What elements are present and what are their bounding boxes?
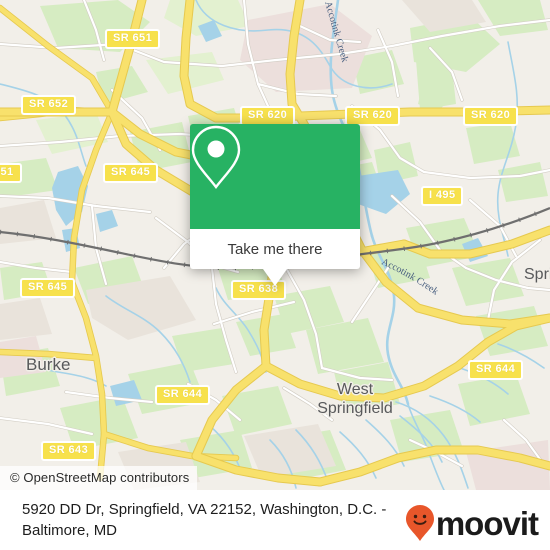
moovit-wordmark: moovit [435, 504, 539, 542]
take-me-there-button[interactable]: Take me there [190, 229, 360, 269]
road-shield: SR 644 [468, 360, 524, 380]
road-shield: SR 644 [155, 385, 211, 405]
moovit-smiling-pin-icon [405, 505, 434, 541]
road-shield: 651 [0, 163, 22, 183]
osm-attribution-label: © OpenStreetMap contributors [10, 470, 190, 485]
map-canvas[interactable]: .park{fill:#d6ecc2;} .parklight{fill:#e3… [0, 0, 550, 490]
popup-tail [263, 269, 287, 286]
moovit-logo[interactable]: moovit [405, 504, 539, 542]
road-shield: SR 652 [21, 95, 77, 115]
map-pin-icon [191, 125, 241, 189]
place-label-springfield-clipped: Spri [524, 266, 550, 283]
road-shield: SR 645 [20, 278, 76, 298]
footer-address: 5920 DD Dr, Springfield, VA 22152, Washi… [22, 501, 387, 539]
place-label-line1: West [336, 381, 374, 398]
road-shield: SR 645 [103, 163, 159, 183]
place-label-west-springfield: West Springfield [300, 380, 410, 418]
road-shield: SR 620 [240, 106, 296, 126]
osm-attribution[interactable]: © OpenStreetMap contributors [0, 466, 198, 490]
road-shield: SR 620 [463, 106, 519, 126]
road-shield: SR 643 [41, 441, 97, 461]
popup-pin-panel [190, 124, 360, 229]
location-popup[interactable]: Take me there [190, 124, 360, 286]
place-label-line2: Springfield [317, 400, 393, 417]
take-me-there-label: Take me there [227, 240, 323, 258]
road-shield: SR 651 [105, 29, 161, 49]
road-shield: SR 620 [345, 106, 401, 126]
map-screenshot: .park{fill:#d6ecc2;} .parklight{fill:#e3… [0, 0, 550, 550]
place-label-burke: Burke [26, 355, 71, 374]
road-shield: I 495 [421, 186, 464, 206]
footer-bar: 5920 DD Dr, Springfield, VA 22152, Washi… [0, 490, 550, 550]
